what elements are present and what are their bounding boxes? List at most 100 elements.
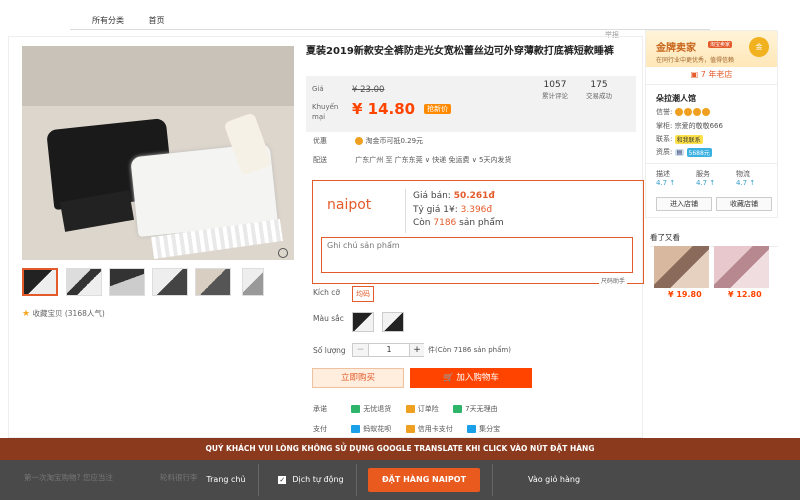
gold-medal-icon: 金 <box>749 37 769 57</box>
payment-item-3[interactable]: 集分宝 <box>479 425 500 433</box>
discount-row: 优惠 淘金币可抵0.29元 <box>313 136 423 146</box>
quantity-input[interactable]: 1 <box>369 344 409 356</box>
enter-shop-button[interactable]: 进入店铺 <box>656 197 712 211</box>
thumbnail-3[interactable] <box>109 268 145 296</box>
return-icon <box>351 405 361 413</box>
shop-name[interactable]: 朵拉潮人馆 <box>656 93 696 104</box>
zoom-icon[interactable] <box>278 248 288 258</box>
payment-row: 支付 蚂蚁花呗 信用卡支付 集分宝 <box>313 424 500 434</box>
thumbnail-4[interactable] <box>152 268 188 296</box>
crown-icon <box>692 108 701 116</box>
color-option-1[interactable] <box>352 312 374 332</box>
jifenbao-icon <box>467 425 477 433</box>
gold-seller-title: 金牌卖家 <box>656 43 696 54</box>
favorite-label: 收藏宝贝 (3168人气) <box>32 309 105 318</box>
go-to-cart-button[interactable]: Vào giỏ hàng <box>514 460 594 500</box>
promo-price: ¥ 14.80 <box>352 100 416 118</box>
contact-label: 联系: <box>656 135 673 143</box>
also-viewed-item-2-price: ¥ 12.80 <box>728 290 762 299</box>
rating-desc-value: 4.7 ↑ <box>656 179 676 187</box>
naipot-rate-line: Tỷ giá 1¥: 3.396đ <box>413 205 492 215</box>
delivery-label: 配送 <box>313 156 327 164</box>
add-to-cart-button[interactable]: 🛒 加入购物车 <box>410 368 532 388</box>
home-button[interactable]: Trang chủ <box>196 460 256 500</box>
gold-seller-subtitle: 在同行业中更优秀，值得信赖 <box>656 57 735 64</box>
payment-item-1[interactable]: 蚂蚁花呗 <box>363 425 391 433</box>
sales-stat: 175 交易成功 <box>586 80 612 100</box>
naipot-stock-suffix: sản phẩm <box>459 218 504 228</box>
rating-service-value: 4.7 ↑ <box>696 179 716 187</box>
quantity-decrease-button[interactable]: − <box>353 344 369 356</box>
owner-value: 宗爱的敬敬666 <box>674 122 723 130</box>
size-helper-link[interactable]: 尺码助手 <box>599 276 628 285</box>
nav-all-categories[interactable]: 所有分类 <box>92 12 124 30</box>
seven-day-icon <box>453 405 463 413</box>
image-background <box>22 46 294 106</box>
color-label: Màu sắc <box>313 314 344 323</box>
auto-translate-label: Dịch tự động <box>292 475 344 484</box>
rating-desc-label: 描述 <box>656 170 670 178</box>
color-option-2[interactable] <box>382 312 404 332</box>
naipot-price-line: Giá bán: 50.261đ <box>413 191 495 201</box>
thumbnail-5[interactable] <box>195 268 231 296</box>
contact-row: 联系: 和我联系 <box>656 134 703 144</box>
thumbnail-1[interactable] <box>22 268 58 296</box>
original-price: ¥ 23.00 <box>352 85 385 95</box>
naipot-logo: naipot <box>327 197 372 213</box>
huabei-icon <box>351 425 361 433</box>
gold-seller-tag: 淘宝卖家 <box>708 41 733 48</box>
promise-item-1[interactable]: 无忧退货 <box>363 405 391 413</box>
credit-card-icon <box>405 425 415 433</box>
owner-row: 掌柜: 宗爱的敬敬666 <box>656 121 723 131</box>
also-viewed-title: 看了又看 <box>650 232 778 247</box>
shop-age-label: 7 年老店 <box>700 70 733 79</box>
nav-home[interactable]: 首页 <box>149 12 165 30</box>
auto-translate-toggle[interactable]: ✓ Dịch tự động <box>266 460 356 500</box>
promise-label: 承诺 <box>313 405 327 413</box>
main-product-image[interactable] <box>22 46 294 260</box>
quantity-stepper: − 1 + <box>352 343 424 357</box>
toolbar-separator <box>356 464 357 496</box>
promo-label: Khuyến mại <box>312 103 339 121</box>
star-icon: ★ <box>22 309 31 319</box>
favorite-item[interactable]: ★ 收藏宝贝 (3168人气) <box>22 308 105 319</box>
buy-now-button[interactable]: 立即购买 <box>312 368 404 388</box>
payment-label: 支付 <box>313 425 327 433</box>
thumbnail-2[interactable] <box>66 268 102 296</box>
favorite-shop-button[interactable]: 收藏店铺 <box>716 197 772 211</box>
seller-divider <box>646 163 777 164</box>
crown-icon <box>683 108 692 116</box>
naipot-rate-value: 3.396đ <box>460 205 493 215</box>
also-viewed-item-1-image[interactable] <box>654 246 709 288</box>
promise-row: 承诺 无忧退货 订单险 7天无理由 <box>313 404 498 414</box>
product-note-field[interactable] <box>321 237 633 273</box>
promise-item-2[interactable]: 订单险 <box>418 405 439 413</box>
coin-icon <box>355 137 364 145</box>
discount-label: 优惠 <box>313 137 327 145</box>
insurance-icon <box>405 405 415 413</box>
delivery-value[interactable]: 广东广州 至 广东东莞 ∨ 快递 免运费 ∨ 5天内发货 <box>355 156 511 164</box>
price-tag-badge: 抢新价 <box>424 104 451 114</box>
sales-count: 175 <box>590 80 608 90</box>
sales-label: 交易成功 <box>586 92 612 100</box>
seller-panel: 金牌卖家 淘宝卖家 在同行业中更优秀，值得信赖 金 ▣ 7 年老店 朵拉潮人馆 … <box>645 30 778 218</box>
gold-seller-banner: 金牌卖家 淘宝卖家 在同行业中更优秀，值得信赖 金 <box>646 31 777 67</box>
order-naipot-button[interactable]: ĐẶT HÀNG NAIPOT <box>368 468 480 492</box>
naipot-stock-line: Còn 7186 sản phẩm <box>413 218 504 228</box>
naipot-stock-value: 7186 <box>433 218 457 228</box>
also-viewed-item-2-image[interactable] <box>714 246 769 288</box>
rating-service-label: 服务 <box>696 170 710 178</box>
size-option[interactable]: 均码 <box>352 286 374 302</box>
quantity-stock: 件(Còn 7186 sản phẩm) <box>428 346 511 354</box>
naipot-rate-label: Tỷ giá 1¥: <box>413 205 458 215</box>
translate-warning-banner: QUÝ KHÁCH VUI LÒNG KHÔNG SỬ DỤNG GOOGLE … <box>0 438 800 460</box>
payment-item-2[interactable]: 信用卡支付 <box>418 425 453 433</box>
toolbar-separator <box>258 464 259 496</box>
promise-item-3[interactable]: 7天无理由 <box>465 405 497 413</box>
naipot-divider <box>405 189 406 233</box>
thumbnail-6[interactable] <box>242 268 264 296</box>
contact-seller-button[interactable]: 和我联系 <box>674 134 703 144</box>
background-text-mid: 轮料很行李 <box>160 473 198 482</box>
shop-age: ▣ 7 年老店 <box>646 69 777 85</box>
quantity-increase-button[interactable]: + <box>409 344 424 356</box>
